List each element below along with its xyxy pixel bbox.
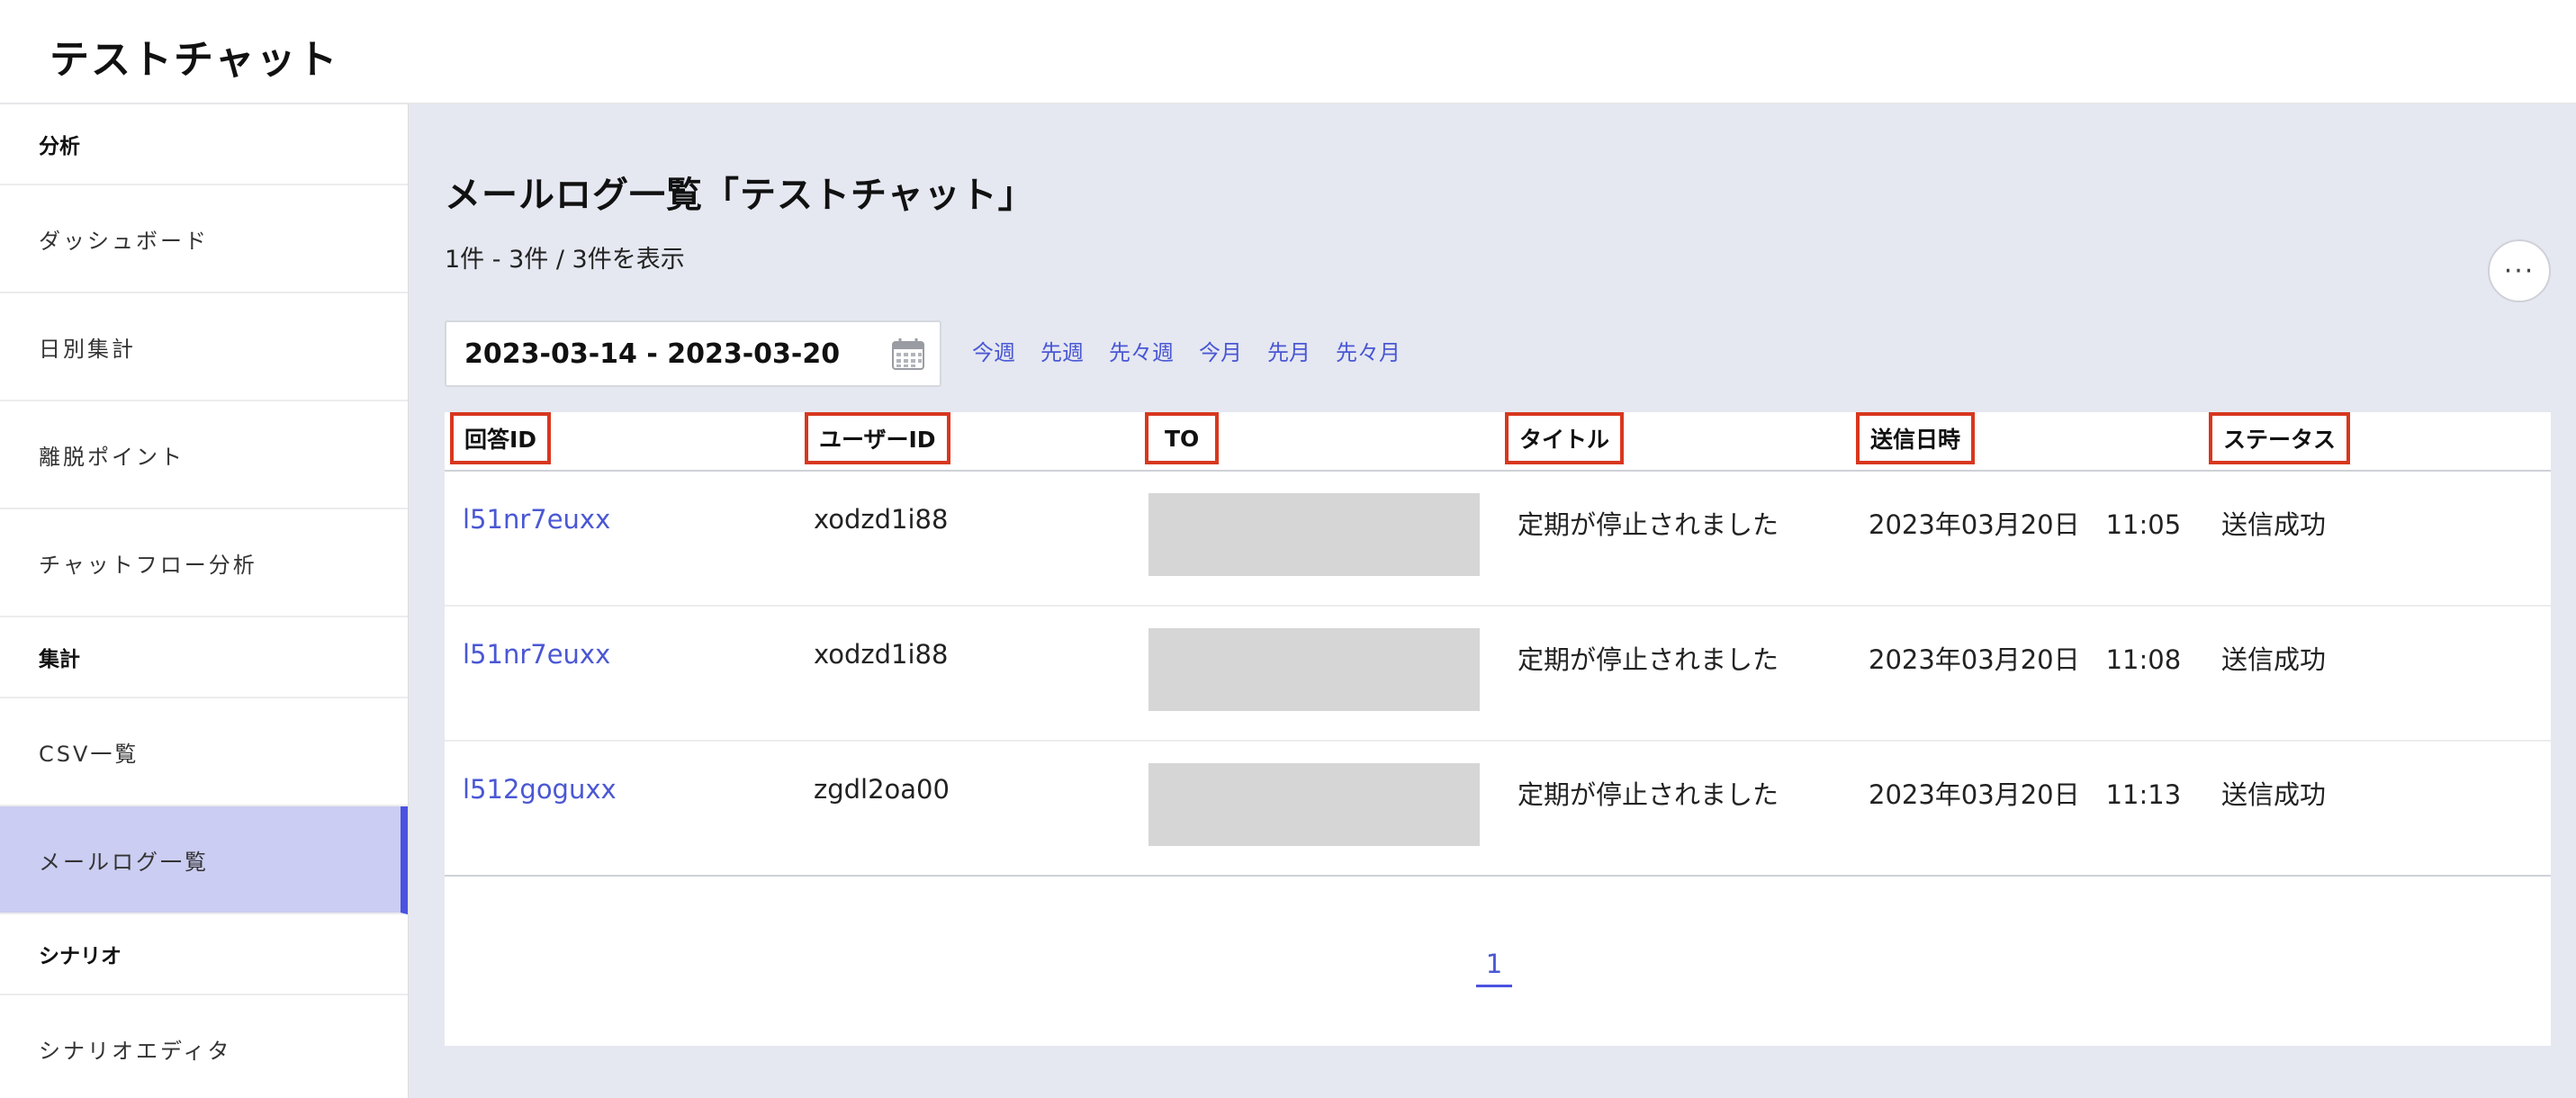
page-title: メールログ一覧「テストチャット」 (445, 175, 1035, 216)
sent-at: 2023年03月20日 11:13 (1869, 779, 2182, 810)
date-range-picker[interactable]: 2023-03-14 - 2023-03-20 (445, 320, 941, 387)
user-id: xodzd1i88 (814, 504, 949, 535)
sidebar-item-dashboard[interactable]: ダッシュボード (0, 185, 408, 293)
send-status: 送信成功 (2221, 779, 2327, 810)
mail-title: 定期が停止されました (1518, 644, 1779, 675)
sent-at: 2023年03月20日 11:08 (1869, 644, 2182, 675)
mail-title: 定期が停止されました (1518, 779, 1779, 810)
to-address-redacted (1148, 763, 1480, 846)
column-header-answer-id: 回答ID (450, 412, 552, 464)
quick-range-two-months-ago[interactable]: 先々月 (1336, 335, 1401, 366)
quick-range-this-month[interactable]: 今月 (1199, 335, 1242, 366)
quick-range-last-month[interactable]: 先月 (1267, 335, 1311, 366)
top-bar: テストチャット (0, 0, 2576, 104)
main-content: メールログ一覧「テストチャット」 1件 - 3件 / 3件を表示 ··· 202… (409, 104, 2576, 1098)
result-count: 1件 - 3件 / 3件を表示 (445, 246, 685, 274)
send-status: 送信成功 (2221, 509, 2327, 540)
column-header-user-id: ユーザーID (805, 412, 950, 464)
calendar-icon[interactable] (891, 337, 925, 371)
pagination-page-1[interactable]: 1 (1476, 949, 1512, 987)
column-header-sent-at: 送信日時 (1856, 412, 1976, 464)
sidebar-item-scenario-editor[interactable]: シナリオエディタ (0, 995, 408, 1098)
table-row: l51nr7euxx xodzd1i88 定期が停止されました 2023年03月… (445, 607, 2551, 742)
sidebar: 分析 ダッシュボード 日別集計 離脱ポイント チャットフロー分析 集計 CSV一… (0, 104, 409, 1098)
sidebar-item-chatflow-analysis[interactable]: チャットフロー分析 (0, 509, 408, 617)
quick-range-two-weeks-ago[interactable]: 先々週 (1109, 335, 1174, 366)
sent-at: 2023年03月20日 11:05 (1869, 509, 2182, 540)
sidebar-section-analysis: 分析 (0, 104, 408, 185)
column-header-title: タイトル (1505, 412, 1625, 464)
date-range-value: 2023-03-14 - 2023-03-20 (464, 338, 841, 370)
answer-id-link[interactable]: l512goguxx (463, 774, 617, 805)
sidebar-item-dropoff-points[interactable]: 離脱ポイント (0, 401, 408, 509)
sidebar-item-mail-log-list[interactable]: メールログ一覧 (0, 806, 408, 914)
user-id: xodzd1i88 (814, 639, 949, 670)
sidebar-section-aggregation: 集計 (0, 617, 408, 698)
column-header-status: ステータス (2209, 412, 2351, 464)
sidebar-item-csv-list[interactable]: CSV一覧 (0, 698, 408, 806)
table-row: l51nr7euxx xodzd1i88 定期が停止されました 2023年03月… (445, 472, 2551, 607)
quick-range-links: 今週 先週 先々週 今月 先月 先々月 (972, 335, 1401, 366)
table-header: 回答ID ユーザーID TO タイトル 送信日時 ステータス (445, 412, 2551, 472)
to-address-redacted (1148, 493, 1480, 576)
column-header-to: TO (1145, 412, 1220, 464)
to-address-redacted (1148, 628, 1480, 711)
quick-range-last-week[interactable]: 先週 (1040, 335, 1084, 366)
more-icon: ··· (2503, 255, 2535, 287)
mail-title: 定期が停止されました (1518, 509, 1779, 540)
sidebar-section-scenario: シナリオ (0, 914, 408, 995)
user-id: zgdl2oa00 (814, 774, 950, 805)
table-row: l512goguxx zgdl2oa00 定期が停止されました 2023年03月… (445, 742, 2551, 877)
answer-id-link[interactable]: l51nr7euxx (463, 639, 610, 670)
mail-log-table: 回答ID ユーザーID TO タイトル 送信日時 ステータス l51nr7eux… (445, 412, 2551, 1046)
quick-range-this-week[interactable]: 今週 (972, 335, 1015, 366)
sidebar-item-daily-summary[interactable]: 日別集計 (0, 293, 408, 401)
send-status: 送信成功 (2221, 644, 2327, 675)
more-button[interactable]: ··· (2488, 239, 2551, 302)
answer-id-link[interactable]: l51nr7euxx (463, 504, 610, 535)
app-title: テストチャット (50, 37, 339, 83)
